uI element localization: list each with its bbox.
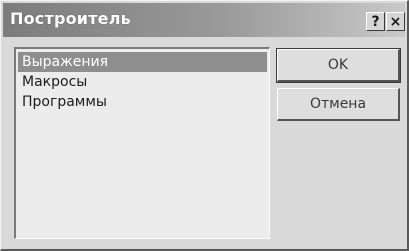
builder-dialog: Построитель ? × Выражения Макросы Програ… <box>0 0 409 251</box>
close-button[interactable]: × <box>386 12 405 31</box>
dialog-title: Построитель <box>10 9 131 28</box>
help-button[interactable]: ? <box>366 12 385 31</box>
list-item-expressions[interactable]: Выражения <box>18 52 267 72</box>
list-item-macros[interactable]: Макросы <box>18 72 267 92</box>
help-icon: ? <box>371 13 380 30</box>
list-item-programs[interactable]: Программы <box>18 92 267 112</box>
cancel-button[interactable]: Отмена <box>277 88 400 121</box>
title-bar[interactable]: Построитель ? × <box>3 3 405 37</box>
builder-listbox[interactable]: Выражения Макросы Программы <box>14 47 270 239</box>
close-icon: × <box>389 13 402 30</box>
ok-button[interactable]: OK <box>276 48 401 83</box>
